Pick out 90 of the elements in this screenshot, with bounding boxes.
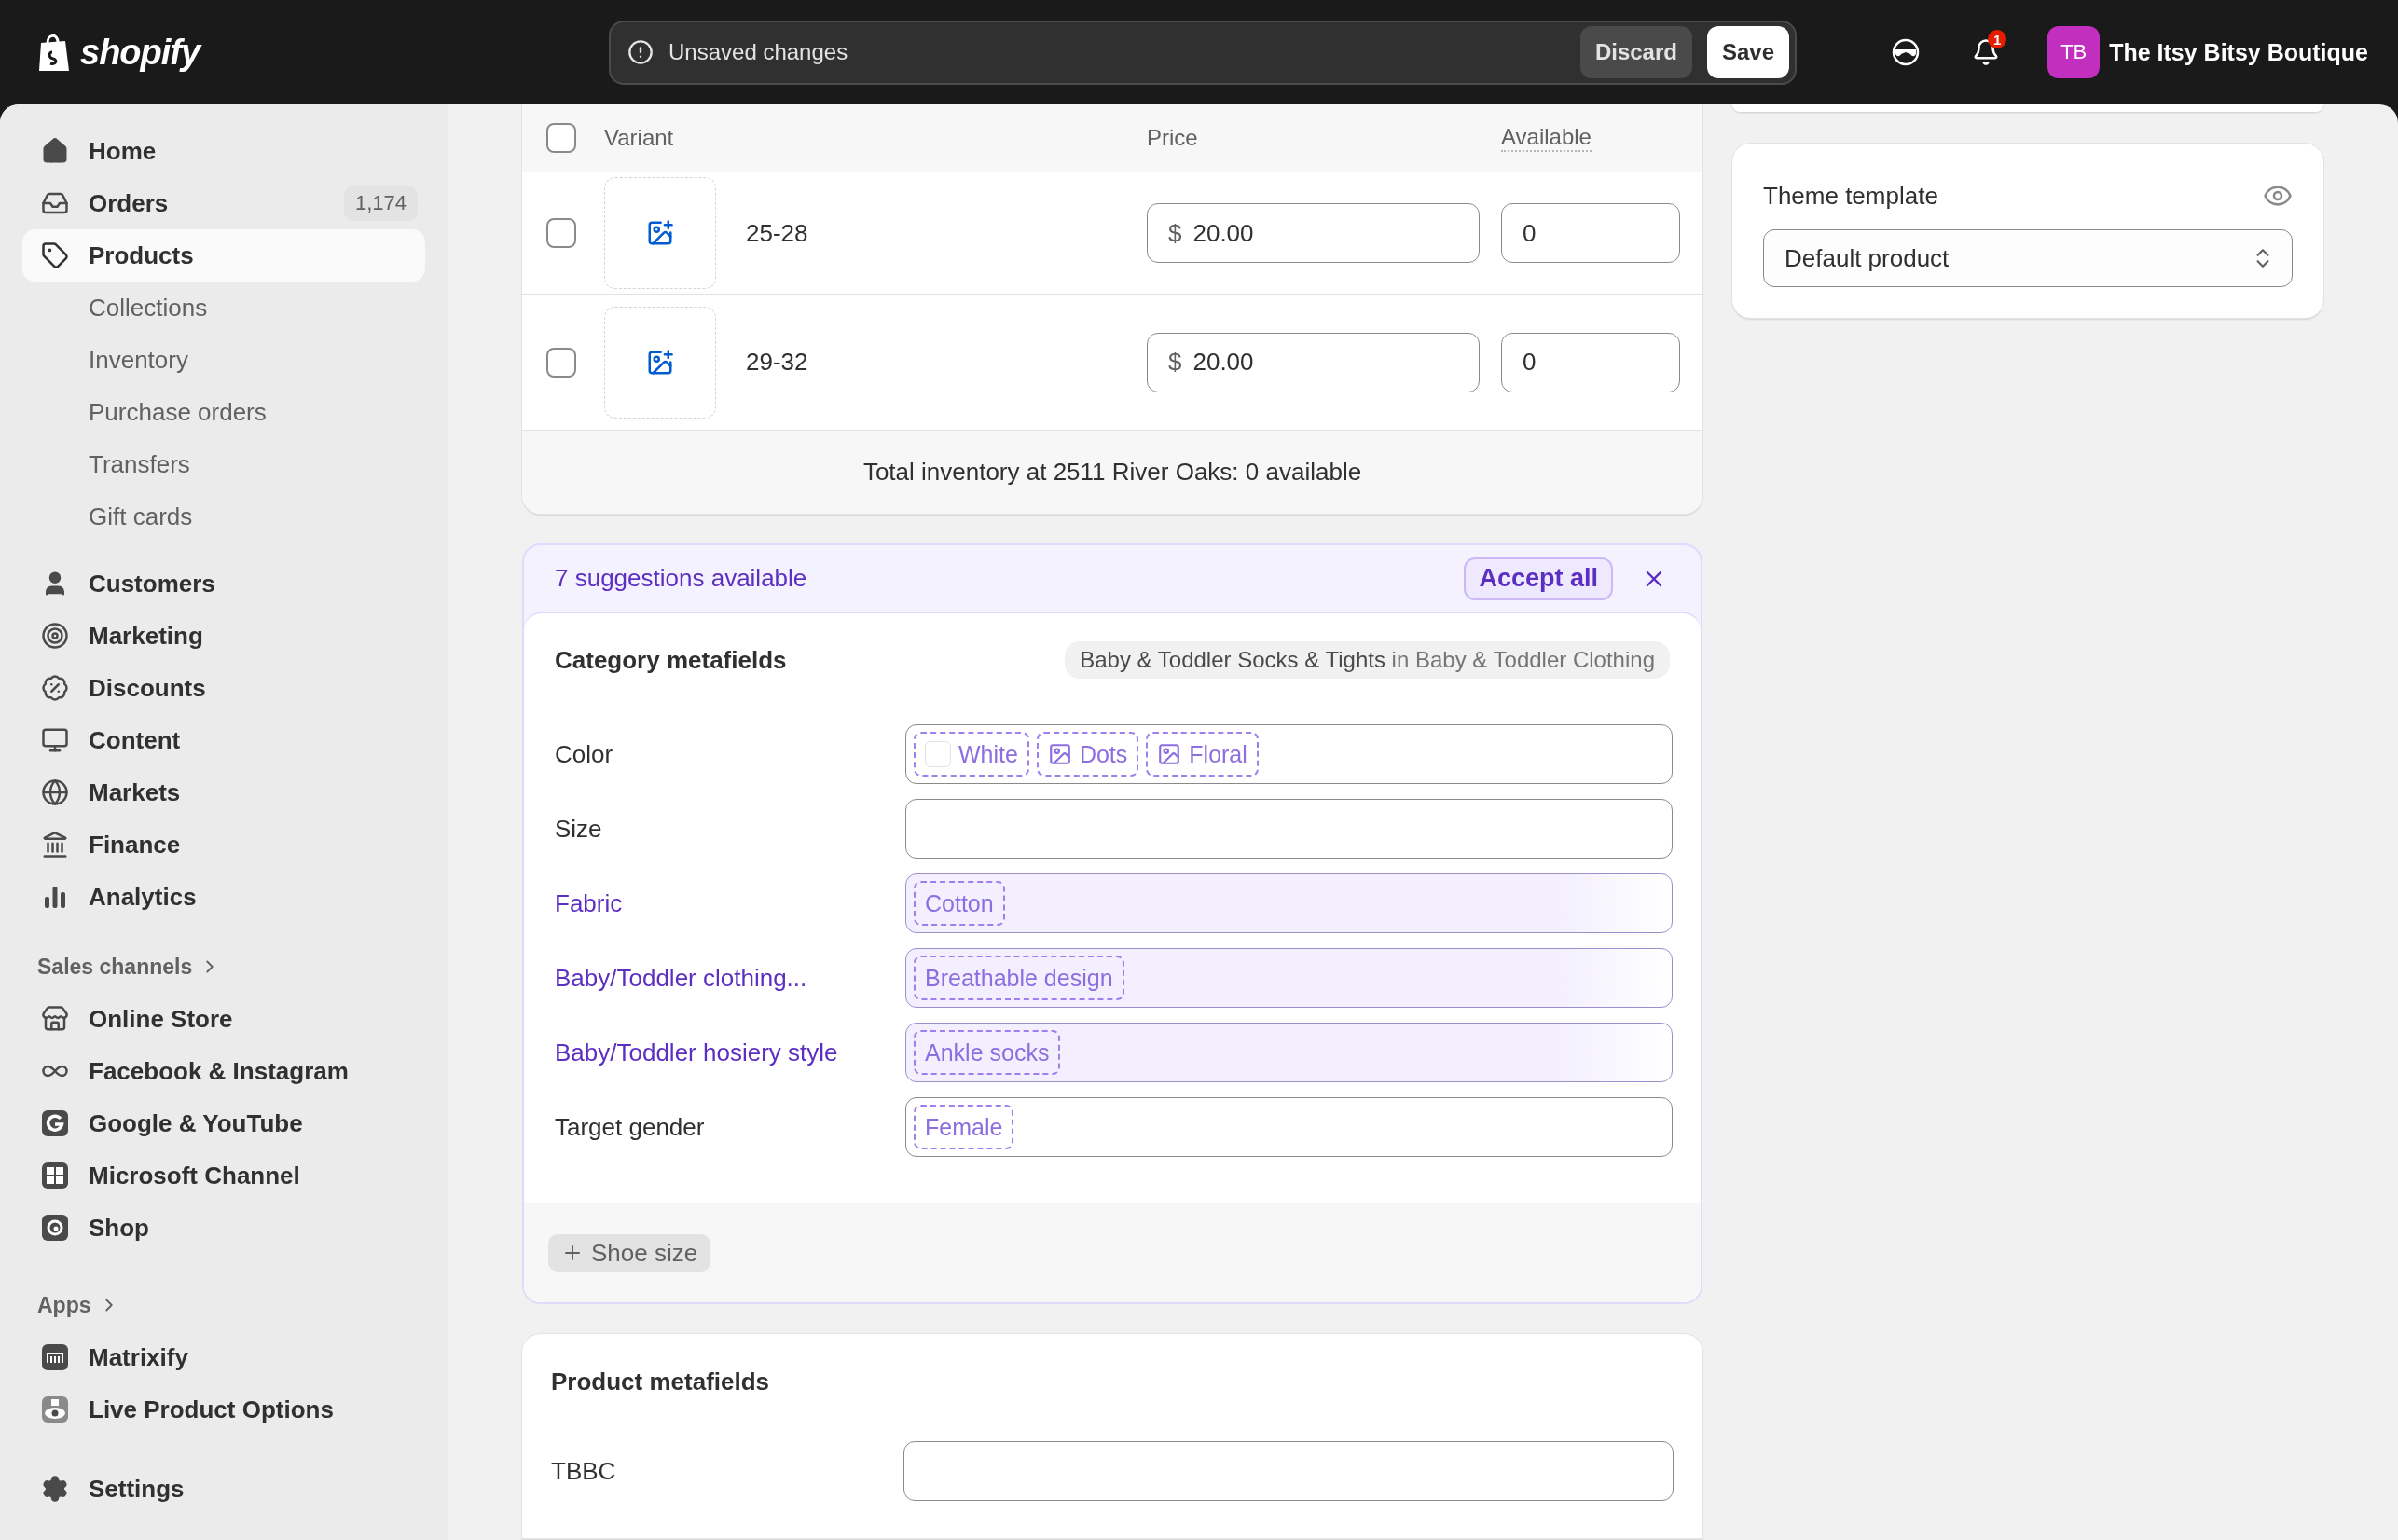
discard-button[interactable]: Discard — [1579, 26, 1692, 78]
field-label: TBBC — [551, 1456, 617, 1486]
sidebar-item[interactable]: Orders 1,174 — [22, 177, 425, 229]
notification-badge: 1 — [1988, 30, 2007, 48]
metafield-input[interactable] — [905, 799, 1673, 859]
avatar[interactable]: TB — [2047, 26, 2101, 78]
eye-icon — [41, 1396, 69, 1423]
section-heading[interactable]: Sales channels — [22, 941, 425, 993]
metafield-input[interactable] — [903, 1441, 1674, 1501]
image-plus-icon — [646, 348, 674, 377]
field-label: Target gender — [555, 1112, 706, 1142]
card-title: Category metafields — [555, 645, 787, 675]
row-checkbox[interactable] — [546, 347, 576, 378]
variant-name: 29-32 — [746, 348, 808, 377]
sidebar-item[interactable]: Content — [22, 714, 425, 766]
grid-icon — [41, 1162, 69, 1189]
sidebar-item[interactable]: Marketing — [22, 610, 425, 662]
home-icon — [41, 137, 69, 165]
swirl-icon — [41, 1214, 69, 1242]
sidebar-item[interactable]: Products — [22, 229, 425, 282]
ring-tile-icon — [41, 1109, 69, 1137]
column-header: Available — [1501, 124, 1592, 152]
sidebar-item[interactable]: Home — [22, 125, 425, 177]
sidebar-item[interactable]: Gift cards — [22, 490, 425, 543]
store-icon — [41, 1005, 69, 1033]
card-title: Theme template — [1763, 181, 1938, 211]
target-icon — [41, 622, 69, 650]
sidebar-item[interactable]: Inventory — [22, 334, 425, 386]
suggested-value-chip[interactable]: Female — [914, 1105, 1014, 1149]
unsaved-message: Unsaved changes — [668, 39, 849, 65]
variant-name: 25-28 — [746, 218, 808, 248]
image-plus-icon — [646, 219, 674, 247]
suggested-value-chip[interactable]: White — [914, 732, 1029, 777]
add-image-button[interactable] — [604, 306, 716, 419]
sidebar-item[interactable]: Matrixify — [22, 1331, 425, 1383]
accept-all-button[interactable]: Accept all — [1464, 557, 1613, 600]
suggestions-message: 7 suggestions available — [555, 564, 808, 593]
sidebar-item[interactable]: Analytics — [22, 871, 425, 923]
sidebar-item[interactable]: Microsoft Channel — [22, 1149, 425, 1202]
select-all-checkbox[interactable] — [546, 123, 576, 153]
price-field[interactable]: $ 20.00 — [1147, 332, 1480, 392]
tag-icon — [41, 241, 69, 269]
available-field[interactable]: 0 — [1501, 203, 1680, 263]
image-icon — [1157, 742, 1182, 766]
column-header: Price — [1147, 125, 1198, 151]
template-select[interactable]: Default product — [1763, 229, 2293, 287]
alert-icon — [627, 39, 654, 65]
column-header: Variant — [604, 125, 674, 151]
monitor-icon — [41, 726, 69, 754]
sidebar-item[interactable]: Markets — [22, 766, 425, 818]
image-icon — [1047, 742, 1072, 766]
sidebar-item[interactable]: Settings — [22, 1463, 425, 1515]
price-field[interactable]: $ 20.00 — [1147, 203, 1480, 263]
field-label: Size — [555, 814, 603, 844]
suggested-value-chip[interactable]: Dots — [1036, 732, 1139, 777]
field-label: Fabric — [555, 888, 624, 918]
sidebar-item[interactable]: Finance — [22, 818, 425, 871]
percent-badge-icon — [41, 674, 69, 702]
settings-icon — [41, 1475, 69, 1503]
sidebar-item[interactable]: Shop — [22, 1202, 425, 1254]
metafield-input[interactable]: Female — [905, 1097, 1673, 1157]
sidebar-item[interactable]: Transfers — [22, 438, 425, 490]
sidebar-item[interactable]: Google & YouTube — [22, 1097, 425, 1149]
bank-icon — [41, 831, 69, 859]
field-label: Color — [555, 739, 614, 769]
sidebar-item[interactable]: Customers — [22, 557, 425, 610]
store-name[interactable]: The Itsy Bitsy Boutique — [2109, 38, 2368, 66]
sidebar-item[interactable]: Purchase orders — [22, 386, 425, 438]
logo-text: shopify — [80, 32, 200, 73]
count-badge: 1,174 — [343, 186, 418, 221]
add-image-button[interactable] — [604, 177, 716, 289]
sidebar-item[interactable]: Online Store — [22, 993, 425, 1045]
save-button[interactable]: Save — [1706, 26, 1789, 78]
row-checkbox[interactable] — [546, 218, 576, 248]
comb-icon — [41, 1343, 69, 1371]
card-title: Product metafields — [551, 1368, 771, 1396]
category-pill: Baby & Toddler Socks & Tights in Baby & Toddler Clothing — [1065, 641, 1670, 679]
field-label: Baby/Toddler hosiery style — [555, 1038, 839, 1067]
inventory-total: Total inventory at 2511 River Oaks: 0 available — [862, 458, 1362, 487]
globe-icon — [41, 778, 69, 806]
suggested-value-chip[interactable]: Floral — [1146, 732, 1259, 777]
add-field-button[interactable]: Shoe size — [548, 1234, 711, 1272]
sidebar-item[interactable]: Discounts — [22, 662, 425, 714]
sidebar-item[interactable]: Facebook & Instagram — [22, 1045, 425, 1097]
metafield-input[interactable]: White Dots Floral — [905, 724, 1673, 784]
field-label: Baby/Toddler clothing... — [555, 963, 808, 993]
sidebar-item[interactable]: Live Product Options — [22, 1383, 425, 1436]
available-field[interactable]: 0 — [1501, 332, 1680, 392]
sidebar-item[interactable]: Collections — [22, 282, 425, 334]
section-heading[interactable]: Apps — [22, 1279, 425, 1331]
